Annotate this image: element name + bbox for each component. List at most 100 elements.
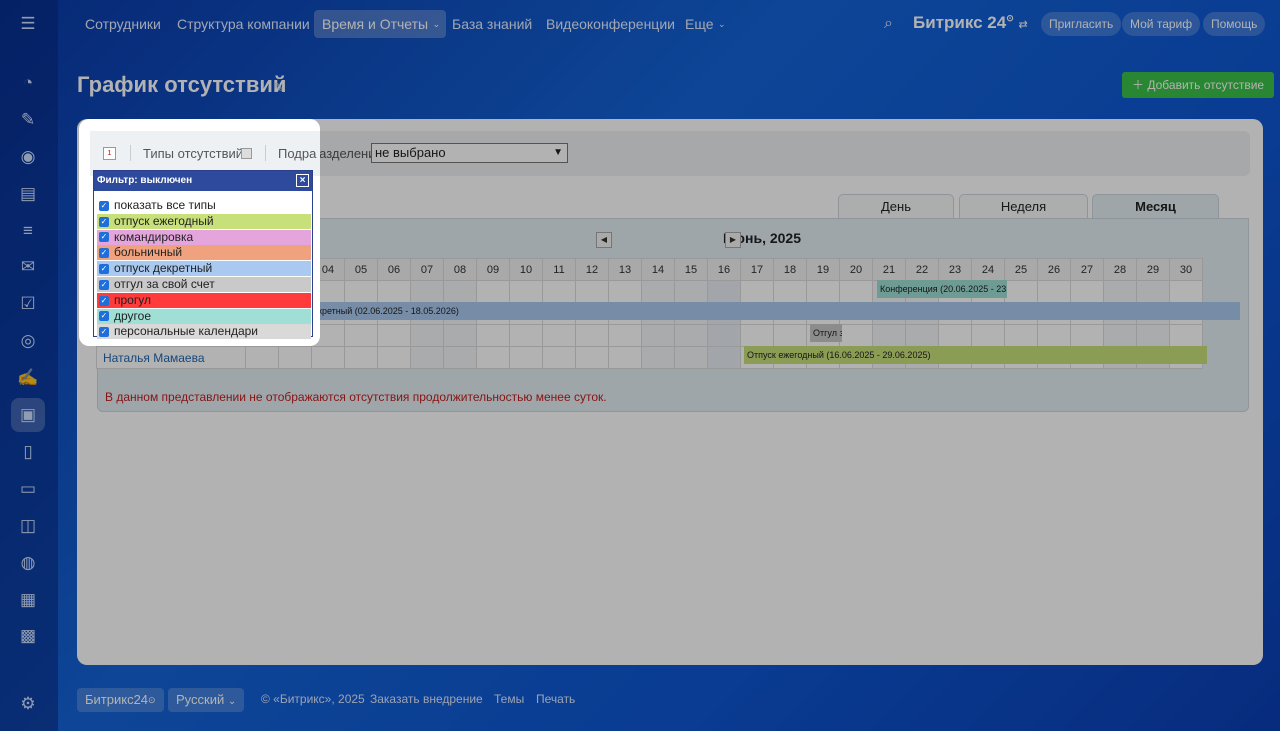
day-cell	[1070, 324, 1104, 347]
checkbox-icon[interactable]: ✓	[99, 232, 109, 243]
order-implementation-link[interactable]: Заказать внедрение	[370, 692, 483, 706]
day-cell	[773, 280, 807, 303]
day-cell	[410, 324, 444, 347]
checkbox-icon[interactable]: ✓	[99, 311, 109, 322]
language-value: Русский	[176, 692, 225, 707]
day-cell	[377, 280, 411, 303]
day-cell	[476, 280, 510, 303]
employee-name[interactable]: Наталья Мамаева	[96, 346, 246, 369]
day-cell	[575, 346, 609, 369]
menu-icon[interactable]: ☰	[11, 7, 45, 41]
checkbox-icon[interactable]: ✓	[99, 327, 109, 338]
print-link[interactable]: Печать	[536, 692, 575, 706]
tab-week[interactable]: Неделя	[959, 194, 1088, 218]
absence-bar-vacation[interactable]: Отпуск ежегодный (16.06.2025 - 29.06.202…	[744, 346, 1207, 364]
help-button[interactable]: Помощь	[1203, 12, 1266, 36]
day-header: 20	[839, 258, 873, 281]
day-header: 10	[509, 258, 543, 281]
logo[interactable]: Битрикс 24⊙ ⇄	[913, 13, 1028, 33]
day-cell	[1103, 280, 1137, 303]
copyright: © «Битрикс», 2025	[261, 692, 365, 706]
day-cell	[641, 346, 675, 369]
checklist-icon[interactable]: ☑	[11, 287, 45, 321]
checkbox-icon[interactable]: ✓	[99, 279, 109, 290]
absence-bar-maternity[interactable]: екретный (02.06.2025 - 18.05.2026)	[310, 302, 1240, 320]
nav-more[interactable]: Еще ⌄	[677, 10, 732, 38]
filter-popup-header: Фильтр: выключен ×	[94, 171, 312, 191]
checkbox-icon[interactable]: ✓	[99, 264, 109, 275]
filter-option[interactable]: ✓ командировка	[97, 229, 311, 245]
day-cell	[674, 280, 708, 303]
filter-option[interactable]: ✓ показать все типы	[97, 198, 311, 213]
settings-icon[interactable]: ⚙	[11, 687, 45, 721]
filter-option[interactable]: ✓ отпуск ежегодный	[97, 213, 311, 229]
absence-bar-dayoff[interactable]: Отгул з	[810, 324, 842, 342]
card-icon[interactable]: ▭	[11, 472, 45, 506]
filter-icon[interactable]: ≡	[11, 214, 45, 248]
filter-option[interactable]: ✓ другое	[97, 308, 311, 324]
nav-company-structure[interactable]: Структура компании	[169, 10, 318, 38]
absence-types-toggle[interactable]	[241, 148, 252, 159]
nav-time-reports[interactable]: Время и Отчеты ⌄	[314, 10, 447, 38]
prev-month-button[interactable]: ◀	[596, 232, 612, 248]
filter-option[interactable]: ✓ больничный	[97, 245, 311, 261]
footer-brand-button[interactable]: Битрикс24⊙	[77, 688, 164, 712]
pin-icon[interactable]: ✎	[273, 80, 284, 96]
day-header: 28	[1103, 258, 1137, 281]
day-cell	[872, 324, 906, 347]
plus-icon: ＋	[1132, 78, 1145, 92]
employees-icon[interactable]: ▣	[11, 398, 45, 432]
checkbox-icon[interactable]: ✓	[99, 295, 109, 306]
filter-option[interactable]: ✓ прогул	[97, 292, 311, 308]
feed-icon[interactable]: ◔	[11, 66, 45, 100]
department-select[interactable]: не выбрано ▼	[371, 143, 568, 163]
day-cell	[641, 324, 675, 347]
checkbox-icon[interactable]: ✓	[99, 200, 109, 211]
crm-icon[interactable]: ◉	[11, 140, 45, 174]
day-cell	[575, 280, 609, 303]
language-select[interactable]: Русский ⌄	[168, 688, 245, 712]
nav-employees[interactable]: Сотрудники	[77, 10, 169, 38]
day-cell	[542, 324, 576, 347]
next-month-button[interactable]: ▶	[725, 232, 741, 248]
sign-icon[interactable]: ✍	[11, 361, 45, 395]
nav-videoconference[interactable]: Видеоконференции	[538, 10, 683, 38]
tab-day[interactable]: День	[838, 194, 954, 218]
goals-icon[interactable]: ◎	[11, 324, 45, 358]
checkbox-icon[interactable]: ✓	[99, 216, 109, 227]
day-header: 05	[344, 258, 378, 281]
day-header: 25	[1004, 258, 1038, 281]
day-cell	[839, 324, 873, 347]
search-icon[interactable]: ⌕	[884, 15, 893, 33]
day-header: 06	[377, 258, 411, 281]
filter-option[interactable]: ✓ персональные календари	[97, 324, 311, 340]
day-header: 23	[938, 258, 972, 281]
themes-link[interactable]: Темы	[494, 692, 524, 706]
close-icon[interactable]: ×	[296, 174, 309, 187]
schedule-icon[interactable]: ▩	[11, 619, 45, 653]
tab-month[interactable]: Месяц	[1092, 194, 1219, 218]
divider	[130, 145, 131, 161]
absence-bar-conference[interactable]: Конференция (20.06.2025 - 23.06	[877, 280, 1007, 298]
filter-option[interactable]: ✓ отпуск декретный	[97, 261, 311, 277]
calendar-icon[interactable]: ▦	[11, 583, 45, 617]
mail-icon[interactable]: ✉	[11, 250, 45, 284]
add-absence-button[interactable]: ＋ Добавить отсутствие	[1122, 72, 1275, 98]
checkbox-icon[interactable]: ✓	[99, 248, 109, 259]
chat-icon[interactable]: ◫	[11, 509, 45, 543]
day-header: 24	[971, 258, 1005, 281]
filter-option-label: командировка	[114, 229, 194, 244]
file-icon[interactable]: ▯	[11, 435, 45, 469]
calendar-icon[interactable]: 1	[103, 147, 116, 160]
documents-icon[interactable]: ▤	[11, 177, 45, 211]
robot-icon[interactable]: ◍	[11, 546, 45, 580]
nav-knowledge-base[interactable]: База знаний	[444, 10, 540, 38]
invite-button[interactable]: Пригласить	[1041, 12, 1122, 36]
info-note: В данном представлении не отображаются о…	[105, 390, 607, 404]
filter-popup-title: Фильтр: выключен	[97, 175, 193, 186]
tasks-icon[interactable]: ✎	[11, 103, 45, 137]
filter-option[interactable]: ✓ отгул за свой счет	[97, 277, 311, 292]
my-tariff-button[interactable]: Мой тариф	[1122, 12, 1201, 36]
filter-option-label: другое	[114, 308, 152, 323]
day-cell	[344, 280, 378, 303]
